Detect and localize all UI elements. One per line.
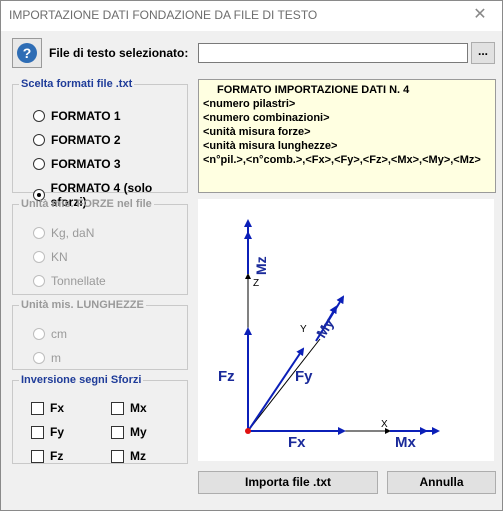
- radio-label: FORMATO 2: [51, 133, 121, 147]
- axis-y-label: Y: [300, 324, 307, 335]
- radio-circle[interactable]: [33, 158, 45, 170]
- radio-label: FORMATO 3: [51, 157, 121, 171]
- radio-label: Kg, daN: [51, 226, 95, 240]
- radio-circle[interactable]: [33, 110, 45, 122]
- checkbox-box[interactable]: [111, 449, 124, 463]
- radio-formato-3[interactable]: FORMATO 3: [33, 157, 121, 171]
- check-mz[interactable]: Mz: [111, 449, 146, 463]
- radio-label: m: [51, 351, 61, 365]
- fx-label: Fx: [288, 434, 306, 451]
- axes-diagram: Z Y X Fz Fy Fx Mx My Mz: [198, 199, 494, 461]
- format-line: <unità misura forze>: [203, 126, 311, 138]
- mz-label: Mz: [253, 256, 269, 275]
- checkbox-label: Mz: [130, 449, 146, 463]
- y-axis-line: [247, 338, 321, 432]
- format-line: <numero pilastri>: [203, 98, 296, 110]
- sign-inversion-group: Inversione segni Sforzi Fx Mx Fy My Fz M…: [12, 374, 188, 464]
- file-label: File di testo selezionato:: [49, 46, 189, 60]
- force-units-group: Unità mis. FORZE nel file Kg, daN KN Ton…: [12, 198, 188, 295]
- check-fy[interactable]: Fy: [31, 425, 64, 439]
- checkbox-label: Fx: [50, 401, 65, 415]
- radio-circle[interactable]: [33, 352, 45, 364]
- window-title: IMPORTAZIONE DATI FONDAZIONE DA FILE DI …: [9, 8, 318, 22]
- format-description: FORMATO IMPORTAZIONE DATI N. 4 <numero p…: [198, 79, 496, 193]
- radio-kg-dan[interactable]: Kg, daN: [33, 226, 94, 240]
- checkbox-label: Mx: [130, 401, 147, 415]
- checkbox-label: Fz: [50, 449, 64, 463]
- radio-tonnellate[interactable]: Tonnellate: [33, 274, 106, 288]
- checkbox-box[interactable]: [31, 425, 44, 439]
- formats-group: Scelta formati file .txt FORMATO 1 FORMA…: [12, 78, 188, 209]
- radio-circle[interactable]: [33, 251, 45, 263]
- radio-label: FORMATO 1: [51, 109, 121, 123]
- checkbox-box[interactable]: [31, 401, 44, 415]
- radio-m[interactable]: m: [33, 351, 61, 365]
- radio-cm[interactable]: cm: [33, 327, 67, 341]
- length-units-legend: Unità mis. LUNGHEZZE: [21, 299, 144, 311]
- browse-button[interactable]: ...: [471, 42, 495, 64]
- title-bar: IMPORTAZIONE DATI FONDAZIONE DA FILE DI …: [1, 1, 502, 31]
- import-button[interactable]: Importa file .txt: [198, 471, 378, 494]
- radio-formato-2[interactable]: FORMATO 2: [33, 133, 121, 147]
- formats-legend: Scelta formati file .txt: [21, 78, 133, 90]
- radio-circle[interactable]: [33, 328, 45, 340]
- axis-x-label: X: [381, 419, 388, 430]
- checkbox-label: My: [130, 425, 147, 439]
- fy-arrow: [247, 347, 305, 432]
- check-fx[interactable]: Fx: [31, 401, 64, 415]
- format-line: <n°pil.>,<n°comb.>,<Fx>,<Fy>,<Fz>,<Mx>,<…: [203, 154, 481, 166]
- axes-svg: Z Y X Fz Fy Fx Mx My Mz: [218, 219, 440, 451]
- mx-label: Mx: [395, 434, 416, 451]
- checkbox-label: Fy: [50, 425, 65, 439]
- my-label: My: [313, 315, 337, 340]
- check-my[interactable]: My: [111, 425, 147, 439]
- checkbox-box[interactable]: [111, 425, 124, 439]
- axis-z-label: Z: [253, 278, 259, 289]
- file-path-input[interactable]: [198, 43, 468, 63]
- length-units-group: Unità mis. LUNGHEZZE cm m: [12, 299, 188, 370]
- check-mx[interactable]: Mx: [111, 401, 147, 415]
- format-line: <unità misura lunghezze>: [203, 140, 338, 152]
- format-heading: FORMATO IMPORTAZIONE DATI N. 4: [217, 84, 410, 96]
- dialog-window: IMPORTAZIONE DATI FONDAZIONE DA FILE DI …: [0, 0, 503, 511]
- help-icon: ?: [17, 43, 37, 63]
- radio-circle[interactable]: [33, 227, 45, 239]
- check-fz[interactable]: Fz: [31, 449, 63, 463]
- format-line: <numero combinazioni>: [203, 112, 330, 124]
- radio-circle[interactable]: [33, 275, 45, 287]
- sign-inversion-legend: Inversione segni Sforzi: [21, 374, 142, 386]
- fy-label: Fy: [295, 368, 313, 385]
- origin-dot: [245, 428, 251, 434]
- checkbox-box[interactable]: [111, 401, 124, 415]
- force-units-legend: Unità mis. FORZE nel file: [21, 198, 152, 210]
- radio-label: KN: [51, 250, 68, 264]
- radio-circle[interactable]: [33, 134, 45, 146]
- radio-formato-1[interactable]: FORMATO 1: [33, 109, 121, 123]
- radio-label: Tonnellate: [51, 274, 106, 288]
- fz-label: Fz: [218, 368, 235, 385]
- checkbox-box[interactable]: [31, 449, 44, 463]
- cancel-button[interactable]: Annulla: [387, 471, 496, 494]
- radio-label: cm: [51, 327, 67, 341]
- help-button[interactable]: ?: [12, 38, 42, 68]
- close-icon[interactable]: ✕: [472, 7, 488, 23]
- radio-kn[interactable]: KN: [33, 250, 68, 264]
